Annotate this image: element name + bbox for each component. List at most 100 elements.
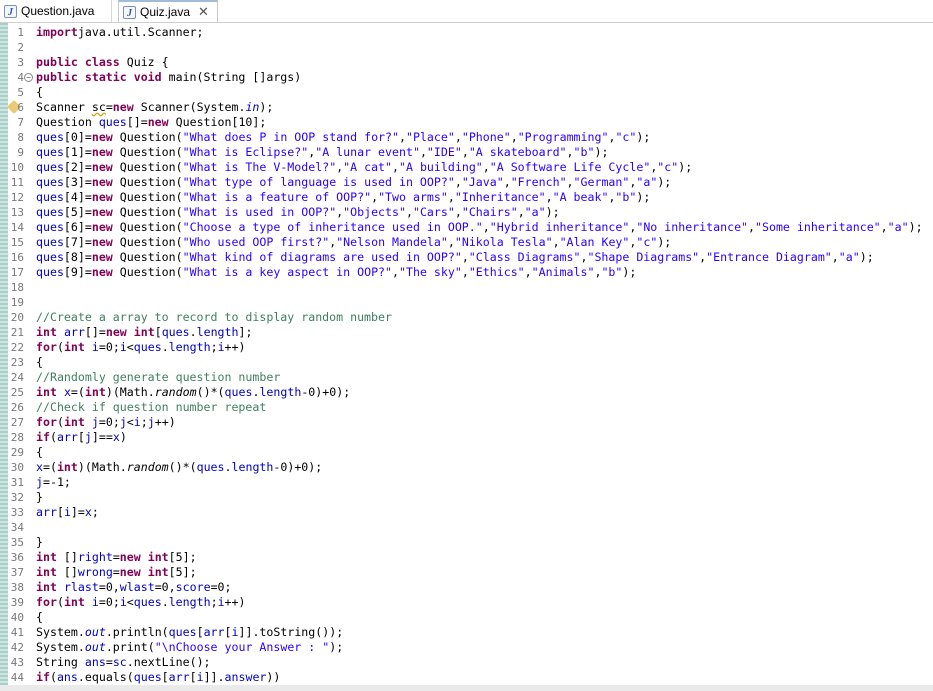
code-token: j: [84, 430, 92, 444]
code-token: "Chairs": [461, 205, 518, 219]
line-number: 27: [10, 416, 24, 429]
code-token: Question(: [112, 220, 183, 234]
code-token: j: [91, 415, 99, 429]
code-token: [4]=: [63, 190, 92, 204]
code-line[interactable]: 29 {: [0, 445, 933, 460]
fold-toggle-icon[interactable]: −: [24, 73, 33, 82]
code-token: int: [84, 385, 106, 399]
code-line[interactable]: 11 ques[3]=new Question("What type of lan…: [0, 175, 933, 190]
code-token: length: [231, 460, 274, 474]
code-line[interactable]: 31 j=-1;: [0, 475, 933, 490]
code-line[interactable]: 39 for(int i=0;i<ques.length;i++): [0, 595, 933, 610]
code-line[interactable]: 42 System.out.print("\nChoose your Answer…: [0, 640, 933, 655]
code-token: [5];: [168, 550, 197, 564]
code-token: Question[10];: [168, 115, 267, 129]
code-token: "What is a key aspect in OOP?": [182, 265, 393, 279]
code-line[interactable]: 38 int rlast=0,wlast=0,score=0;: [0, 580, 933, 595]
code-line[interactable]: 32}: [0, 490, 933, 505]
code-line[interactable]: 9 ques[1]=new Question("What is Eclipse?"…: [0, 145, 933, 160]
code-line[interactable]: 3 public class Quiz {: [0, 55, 933, 70]
code-line[interactable]: 33 arr[i]=x;: [0, 505, 933, 520]
line-number: 41: [10, 626, 24, 639]
code-token: i: [196, 670, 204, 684]
code-line[interactable]: 36 int []right=new int[5];: [0, 550, 933, 565]
code-token: "Phone": [461, 130, 511, 144]
code-line[interactable]: 12 ques[4]=new Question("What is a featur…: [0, 190, 933, 205]
code-text: for(int i=0;i<ques.length;i++): [36, 595, 246, 610]
code-line[interactable]: 5{: [0, 85, 933, 100]
code-token: []: [56, 550, 78, 564]
code-token: wlast: [119, 580, 155, 594]
code-line[interactable]: 23 {: [0, 355, 933, 370]
close-tab-icon[interactable]: ✕: [198, 4, 209, 20]
code-token: Question(: [112, 160, 183, 174]
code-line[interactable]: 24 //Randomly generate question number: [0, 370, 933, 385]
code-line[interactable]: 30 x=(int)(Math.random()*(ques.length-0)+…: [0, 460, 933, 475]
code-line[interactable]: 19: [0, 295, 933, 310]
code-line[interactable]: 17 ques[9]=new Question("What is a key as…: [0, 265, 933, 280]
code-line[interactable]: 7 Question ques[]=new Question[10];: [0, 115, 933, 130]
code-token: ;: [91, 505, 99, 519]
code-token: ques: [36, 190, 64, 204]
code-token: "A skateboard": [468, 145, 567, 159]
code-line[interactable]: 21 int arr[]=new int[ques.length];: [0, 325, 933, 340]
code-token: =0;: [98, 340, 120, 354]
code-text: ques[9]=new Question("What is a key aspe…: [36, 265, 636, 280]
code-token: "Choose a type of inheritance used in OO…: [182, 220, 483, 234]
code-token: {: [36, 355, 43, 369]
code-token: ques: [196, 460, 225, 474]
code-line[interactable]: 14 ques[6]=new Question("Choose a type of…: [0, 220, 933, 235]
code-line[interactable]: 26 //Check if question number repeat: [0, 400, 933, 415]
code-token: i: [63, 505, 71, 519]
tab-question-java[interactable]: J Question.java: [0, 0, 112, 22]
code-line[interactable]: 15 ques[7]=new Question("Who used OOP fir…: [0, 235, 933, 250]
tab-quiz-java[interactable]: J Quiz.java ✕: [118, 0, 218, 22]
code-text: ques[1]=new Question("What is Eclipse?",…: [36, 145, 608, 160]
line-number: 40: [10, 611, 24, 624]
code-token: Question(: [112, 205, 183, 219]
code-line[interactable]: 44 if(ans.equals(ques[arr[i]].answer)): [0, 670, 933, 685]
horizontal-scrollbar[interactable]: [0, 685, 933, 691]
code-text: String ans=sc.nextLine();: [36, 655, 211, 670]
code-line[interactable]: 13 ques[5]=new Question("What is used in …: [0, 205, 933, 220]
code-line[interactable]: 4− public static void main(String []args): [0, 70, 933, 85]
code-token: Question(: [112, 130, 183, 144]
code-token: int: [36, 325, 57, 339]
code-line[interactable]: 28 if(arr[j]==x): [0, 430, 933, 445]
code-line[interactable]: 41 System.out.println(ques[arr[i]].toStri…: [0, 625, 933, 640]
code-editor[interactable]: 1 importjava.util.Scanner; 2 3 public class …: [0, 23, 933, 691]
code-line[interactable]: 25 int x=(int)(Math.random()*(ques.length…: [0, 385, 933, 400]
code-line[interactable]: 10 ques[2]=new Question("What is The V-Mo…: [0, 160, 933, 175]
code-line[interactable]: 18: [0, 280, 933, 295]
code-token: [3]=: [63, 175, 92, 189]
code-token: {: [36, 85, 43, 99]
code-token: System.: [36, 625, 85, 639]
code-line[interactable]: 37 int []wrong=new int[5];: [0, 565, 933, 580]
code-token: "Who used OOP first?": [182, 235, 330, 249]
code-line[interactable]: 34: [0, 520, 933, 535]
code-text: int x=(int)(Math.random()*(ques.length-0…: [36, 385, 350, 400]
code-line[interactable]: 27 for(int j=0;j<i;j++): [0, 415, 933, 430]
code-token: "Place": [405, 130, 455, 144]
code-line[interactable]: 2: [0, 40, 933, 55]
code-line[interactable]: 40 {: [0, 610, 933, 625]
code-line[interactable]: 6 Scanner sc=new Scanner(System.in);: [0, 99, 933, 115]
line-number: 7: [17, 116, 24, 129]
code-token: "What kind of diagrams are used in OOP?": [182, 250, 462, 264]
code-text: int []wrong=new int[5];: [36, 565, 197, 580]
code-line[interactable]: 43 String ans=sc.nextLine();: [0, 655, 933, 670]
code-line[interactable]: 20 //Create a array to record to display …: [0, 310, 933, 325]
code-token: new: [91, 250, 113, 264]
code-token: ,: [392, 160, 400, 174]
code-token: );: [259, 100, 274, 114]
code-token: "Programming": [517, 130, 609, 144]
code-token: "Alan Key": [559, 235, 630, 249]
code-line[interactable]: 22 for(int i=0;i<ques.length;i++): [0, 340, 933, 355]
code-token: ques: [36, 160, 64, 174]
code-line[interactable]: 1 importjava.util.Scanner;: [0, 25, 933, 40]
code-line[interactable]: 16 ques[8]=new Question("What kind of dia…: [0, 250, 933, 265]
code-text: ques[0]=new Question("What does P in OOP…: [36, 130, 650, 145]
code-line[interactable]: 35}: [0, 535, 933, 550]
code-line[interactable]: 8 ques[0]=new Question("What does P in OO…: [0, 130, 933, 145]
